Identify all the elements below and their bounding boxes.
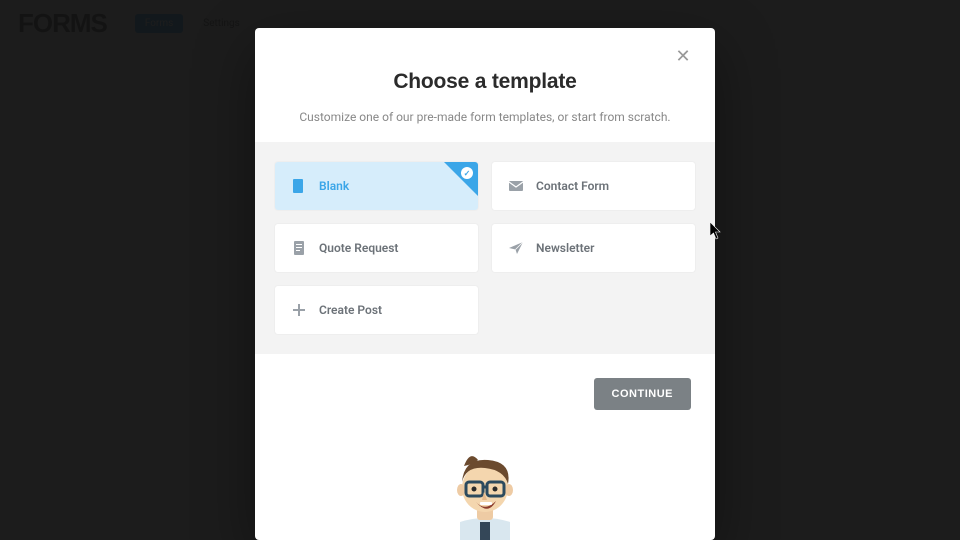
template-modal: ✕ Choose a template Customize one of our… (255, 28, 715, 540)
modal-footer: CONTINUE (255, 354, 715, 540)
continue-button[interactable]: CONTINUE (594, 378, 691, 410)
blank-icon (291, 178, 307, 194)
template-card-create-post[interactable]: Create Post (275, 286, 478, 334)
plane-icon (508, 240, 524, 256)
template-card-contact[interactable]: Contact Form (492, 162, 695, 210)
template-label: Quote Request (319, 241, 398, 255)
doc-icon (291, 240, 307, 256)
template-label: Newsletter (536, 241, 594, 255)
template-grid: Blank ✓ Contact Form Quote Request Newsl… (255, 142, 715, 354)
template-card-quote[interactable]: Quote Request (275, 224, 478, 272)
template-label: Contact Form (536, 179, 609, 193)
template-card-newsletter[interactable]: Newsletter (492, 224, 695, 272)
modal-title: Choose a template (279, 70, 691, 94)
selected-corner (444, 162, 478, 196)
template-label: Blank (319, 179, 349, 193)
close-icon: ✕ (675, 46, 690, 66)
template-label: Create Post (319, 303, 382, 317)
close-button[interactable]: ✕ (673, 46, 693, 66)
check-icon: ✓ (461, 167, 473, 179)
modal-subtitle: Customize one of our pre-made form templ… (279, 110, 691, 124)
modal-header: ✕ Choose a template Customize one of our… (255, 28, 715, 142)
plus-icon (291, 302, 307, 318)
mascot-illustration (430, 444, 540, 540)
template-card-blank[interactable]: Blank ✓ (275, 162, 478, 210)
mail-icon (508, 178, 524, 194)
